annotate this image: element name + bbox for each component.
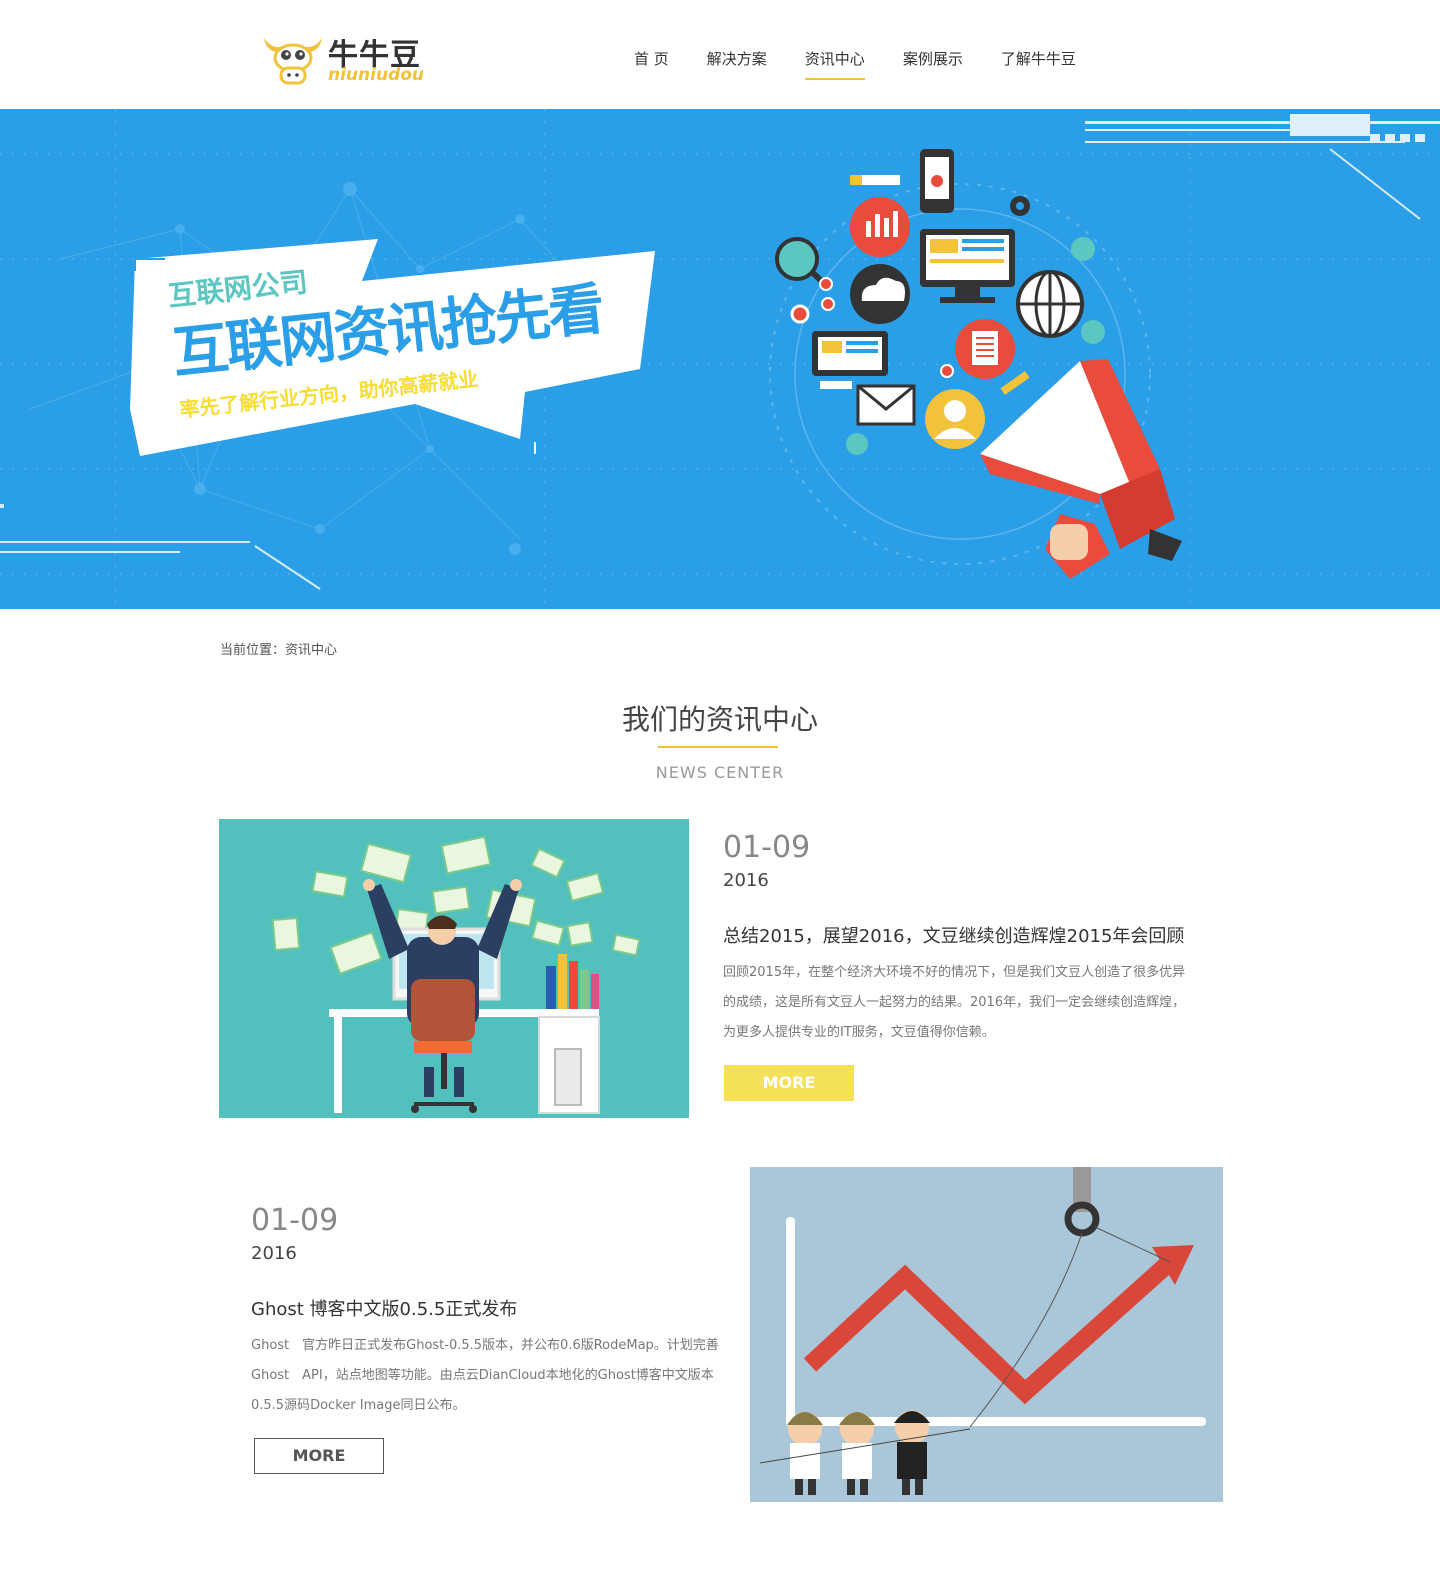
news-date-1: 01-09 [723, 830, 811, 865]
section-title: 我们的资讯中心 [621, 703, 818, 736]
header: 牛牛豆 niuniudou 首 页 解决方案 资讯中心 案例展示 了解牛牛豆 [0, 0, 1440, 109]
nav-home[interactable]: 首 页 [634, 48, 669, 80]
news-date-2: 01-09 [251, 1203, 339, 1238]
nav-cases[interactable]: 案例展示 [903, 48, 963, 80]
celebrating-worker-illustration [271, 835, 641, 1114]
main-nav: 首 页 解决方案 资讯中心 案例展示 了解牛牛豆 [620, 48, 1114, 80]
logo[interactable]: 牛牛豆 niuniudou [262, 30, 437, 88]
news-more-button-2[interactable]: MORE [254, 1438, 384, 1474]
news-year-2: 2016 [251, 1243, 297, 1264]
breadcrumb: 当前位置：资讯中心 [220, 643, 338, 658]
news-more-button-1[interactable]: MORE [724, 1065, 854, 1101]
nav-about[interactable]: 了解牛牛豆 [1001, 48, 1076, 80]
news-desc-1: 回顾2015年，在整个经济大环境不好的情况下，但是我们文豆人创造了很多优异的成绩… [723, 965, 1186, 1040]
news-title-1[interactable]: 总结2015，展望2016，文豆继续创造辉煌2015年会回顾 [723, 922, 1184, 948]
hero-banner: 互联网公司 互联网资讯抢先看 率先了解行业方向，助你高薪就业 [0, 109, 1440, 609]
nav-news-center[interactable]: 资讯中心 [804, 48, 865, 80]
growth-chart-illustration [759, 1167, 1206, 1495]
logo-subtext: niuniudou [328, 65, 425, 85]
news-image-2[interactable] [750, 1167, 1223, 1502]
section-subtitle: NEWS CENTER [655, 763, 785, 782]
section-title-underline [658, 746, 778, 748]
news-desc-2: Ghost 官方昨日正式发布Ghost-0.5.5版本，并公布0.6版RodeM… [251, 1338, 719, 1413]
news-title-2[interactable]: Ghost 博客中文版0.5.5正式发布 [251, 1295, 517, 1321]
nav-solutions[interactable]: 解决方案 [707, 48, 767, 80]
cow-logo-icon [264, 38, 322, 85]
news-year-1: 2016 [723, 870, 769, 891]
news-image-1[interactable] [219, 819, 689, 1118]
